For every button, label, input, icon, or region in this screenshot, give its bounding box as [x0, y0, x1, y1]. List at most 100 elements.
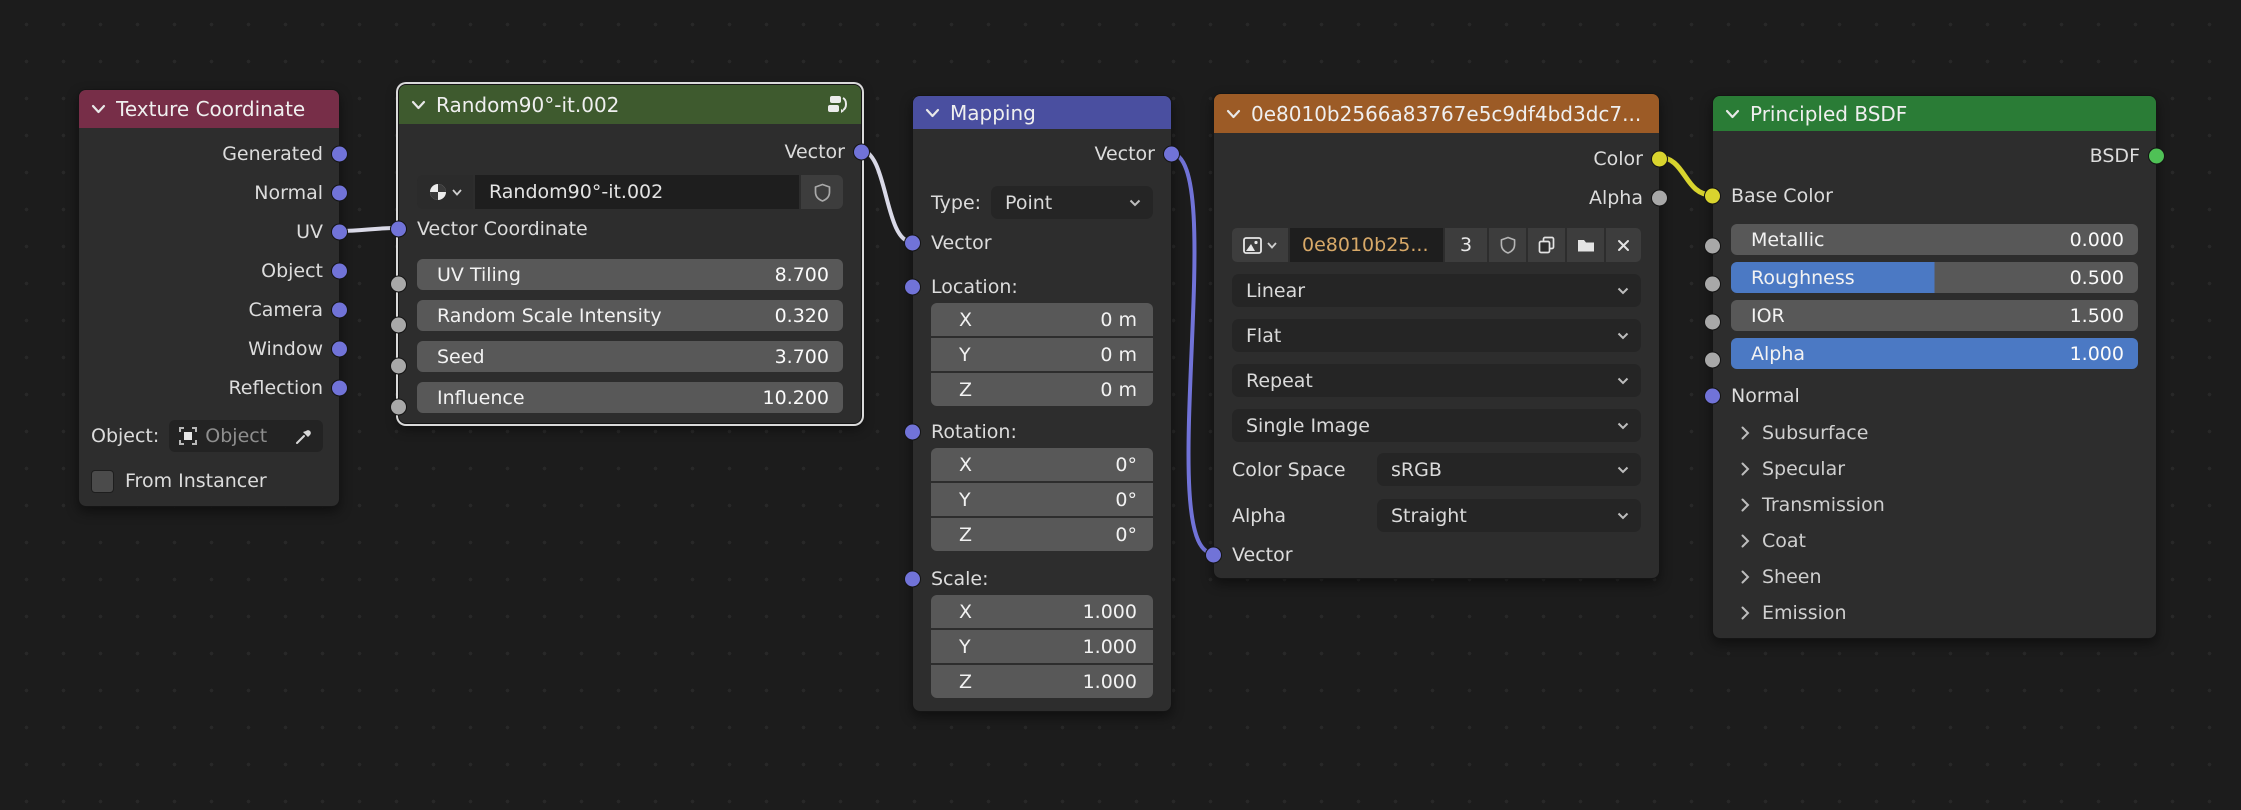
socket-normal-input[interactable] [1704, 388, 1721, 405]
collapse-chevron-icon[interactable] [1725, 109, 1740, 119]
alpha-mode-dropdown[interactable]: Straight [1377, 499, 1641, 532]
chevron-down-icon [1267, 242, 1277, 249]
socket-object-output[interactable] [331, 262, 348, 279]
section-sheen[interactable]: Sheen [1713, 559, 2156, 595]
nodetree-name-field[interactable]: Random90°-it.002 [475, 175, 799, 209]
socket-scale-input[interactable] [904, 571, 921, 588]
unlink-button[interactable] [1606, 228, 1641, 262]
collapse-chevron-icon[interactable] [1226, 109, 1241, 119]
socket-color-output[interactable] [1651, 150, 1668, 167]
node-header[interactable]: 0e8010b2566a83767e5c9df4bd3dc7... [1214, 94, 1659, 133]
socket-rotation-input[interactable] [904, 424, 921, 441]
node-mapping[interactable]: Mapping Vector Type: Point Vector Locati… [912, 95, 1172, 712]
node-title: Random90°-it.002 [436, 93, 815, 117]
object-picker-field[interactable]: Object [169, 420, 323, 452]
socket-random-scale-intensity-input[interactable] [390, 317, 407, 334]
eyedropper-icon[interactable] [295, 427, 313, 445]
socket-uv-tiling-input[interactable] [390, 276, 407, 293]
input-row: Base Color [1713, 175, 2156, 217]
socket-vector-coordinate-input[interactable] [390, 221, 407, 238]
node-group-random90[interactable]: Random90°-it.002 Vector [398, 84, 862, 424]
node-editor-canvas[interactable]: Texture Coordinate Generated Normal UV O… [0, 0, 2241, 810]
source-dropdown[interactable]: Single Image [1232, 409, 1641, 442]
output-row: Color [1214, 139, 1659, 178]
section-emission[interactable]: Emission [1713, 595, 2156, 631]
image-browse-button[interactable] [1232, 228, 1288, 262]
input-row: Normal [1713, 377, 2156, 415]
socket-generated-output[interactable] [331, 145, 348, 162]
node-header[interactable]: Mapping [913, 96, 1171, 129]
color-space-dropdown[interactable]: sRGB [1377, 453, 1641, 486]
rotation-x-field[interactable]: X0° [931, 448, 1153, 481]
type-dropdown[interactable]: Point [991, 186, 1153, 219]
socket-vector-output[interactable] [853, 143, 870, 160]
rotation-y-field[interactable]: Y0° [931, 483, 1153, 516]
location-y-field[interactable]: Y0 m [931, 338, 1153, 371]
location-z-field[interactable]: Z0 m [931, 373, 1153, 406]
node-image-texture[interactable]: 0e8010b2566a83767e5c9df4bd3dc7... Color … [1213, 93, 1660, 579]
socket-uv-output[interactable] [331, 223, 348, 240]
duplicate-data-button[interactable] [1528, 228, 1565, 262]
uv-tiling-slider[interactable]: UV Tiling 8.700 [417, 259, 843, 290]
collapse-chevron-icon[interactable] [411, 100, 426, 110]
socket-window-output[interactable] [331, 340, 348, 357]
socket-seed-input[interactable] [390, 358, 407, 375]
node-title: Principled BSDF [1750, 102, 2144, 126]
from-instancer-checkbox[interactable] [91, 470, 114, 493]
socket-vector-input[interactable] [1205, 546, 1222, 563]
collapse-chevron-icon[interactable] [925, 108, 940, 118]
fake-user-shield-button[interactable] [1489, 228, 1526, 262]
section-coat[interactable]: Coat [1713, 523, 2156, 559]
random-scale-intensity-slider[interactable]: Random Scale Intensity 0.320 [417, 300, 843, 331]
socket-camera-output[interactable] [331, 301, 348, 318]
socket-location-input[interactable] [904, 279, 921, 296]
chevron-down-icon [1617, 287, 1629, 295]
socket-alpha-output[interactable] [1651, 189, 1668, 206]
image-name-field[interactable]: 0e8010b25... [1290, 228, 1443, 262]
section-specular[interactable]: Specular [1713, 451, 2156, 487]
socket-bsdf-output[interactable] [2148, 148, 2165, 165]
output-row: Camera [79, 290, 339, 329]
nodetree-browse-button[interactable] [417, 175, 473, 209]
open-file-button[interactable] [1567, 228, 1604, 262]
socket-ior-input[interactable] [1704, 314, 1721, 331]
image-users-count-button[interactable]: 3 [1445, 228, 1487, 262]
roughness-slider[interactable]: Roughness 0.500 [1731, 262, 2138, 293]
metallic-slider[interactable]: Metallic 0.000 [1731, 224, 2138, 255]
socket-roughness-input[interactable] [1704, 276, 1721, 293]
socket-vector-input[interactable] [904, 234, 921, 251]
extension-dropdown[interactable]: Repeat [1232, 364, 1641, 397]
section-subsurface[interactable]: Subsurface [1713, 415, 2156, 451]
scale-z-field[interactable]: Z1.000 [931, 665, 1153, 698]
output-row: Object [79, 251, 339, 290]
fake-user-shield-button[interactable] [801, 175, 843, 209]
location-x-field[interactable]: X0 m [931, 303, 1153, 336]
node-header[interactable]: Texture Coordinate [79, 90, 339, 128]
node-header[interactable]: Principled BSDF [1713, 96, 2156, 131]
ior-slider[interactable]: IOR 1.500 [1731, 300, 2138, 331]
node-texture-coordinate[interactable]: Texture Coordinate Generated Normal UV O… [78, 89, 340, 507]
projection-dropdown[interactable]: Flat [1232, 319, 1641, 352]
collapse-chevron-icon[interactable] [91, 104, 106, 114]
node-principled-bsdf[interactable]: Principled BSDF BSDF Base Color Metallic… [1712, 95, 2157, 639]
node-group-edit-icon[interactable] [825, 94, 849, 115]
node-header[interactable]: Random90°-it.002 [399, 85, 861, 124]
type-label: Type: [931, 192, 981, 214]
socket-normal-output[interactable] [331, 184, 348, 201]
interpolation-dropdown[interactable]: Linear [1232, 274, 1641, 307]
socket-metallic-input[interactable] [1704, 238, 1721, 255]
seed-slider[interactable]: Seed 3.700 [417, 341, 843, 372]
alpha-slider[interactable]: Alpha 1.000 [1731, 338, 2138, 369]
object-field-label: Object: [91, 425, 159, 447]
section-transmission[interactable]: Transmission [1713, 487, 2156, 523]
socket-influence-input[interactable] [390, 399, 407, 416]
scale-y-field[interactable]: Y1.000 [931, 630, 1153, 663]
influence-slider[interactable]: Influence 10.200 [417, 382, 843, 413]
chevron-down-icon [452, 189, 462, 196]
socket-alpha-input[interactable] [1704, 352, 1721, 369]
socket-base-color-input[interactable] [1704, 188, 1721, 205]
socket-vector-output[interactable] [1163, 146, 1180, 163]
scale-x-field[interactable]: X1.000 [931, 595, 1153, 628]
rotation-z-field[interactable]: Z0° [931, 518, 1153, 551]
socket-reflection-output[interactable] [331, 379, 348, 396]
